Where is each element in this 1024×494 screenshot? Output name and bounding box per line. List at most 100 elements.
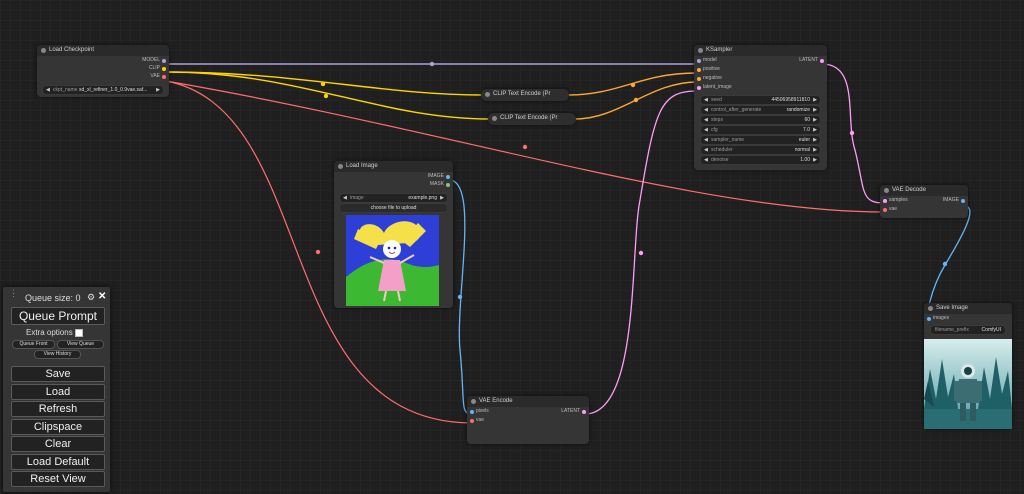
- latent-slot-icon[interactable]: [820, 58, 824, 63]
- extra-options-checkbox[interactable]: [74, 328, 83, 337]
- node-title[interactable]: Save Image: [924, 303, 1012, 314]
- node-title[interactable]: KSampler: [694, 45, 827, 56]
- queue-prompt-button[interactable]: Queue Prompt: [11, 307, 105, 325]
- image-combo[interactable]: ◀ image example.png ▶: [339, 193, 448, 203]
- arrow-right-icon[interactable]: ▶: [813, 126, 817, 134]
- input-vae[interactable]: vae: [467, 416, 589, 425]
- arrow-right-icon[interactable]: ▶: [813, 156, 817, 164]
- collapse-dot-icon[interactable]: [698, 48, 703, 53]
- input-negative[interactable]: negative: [694, 74, 827, 83]
- arrow-right-icon[interactable]: ▶: [156, 86, 160, 94]
- input-images[interactable]: images: [924, 314, 1012, 323]
- ckpt-name-combo[interactable]: ◀ ckpt_name sd_xl_refiner_1.0_0.9vae.saf…: [42, 85, 164, 95]
- node-vae-encode[interactable]: VAE Encode pixels LATENT vae: [467, 396, 589, 444]
- collapse-dot-icon[interactable]: [492, 116, 497, 121]
- node-vae-decode[interactable]: VAE Decode samples IMAGE vae: [880, 185, 968, 218]
- output-vae[interactable]: VAE: [37, 72, 169, 81]
- reset-view-button[interactable]: Reset View: [11, 471, 105, 487]
- arrow-left-icon[interactable]: ◀: [704, 116, 708, 124]
- view-queue-button[interactable]: View Queue: [57, 340, 104, 349]
- scheduler-widget[interactable]: ◀ scheduler normal ▶: [700, 145, 821, 155]
- node-clip-text-encode-1[interactable]: CLIP Text Encode (Pr: [481, 89, 569, 101]
- input-pixels[interactable]: pixels LATENT: [467, 407, 589, 416]
- arrow-right-icon[interactable]: ▶: [813, 96, 817, 104]
- arrow-right-icon[interactable]: ▶: [813, 116, 817, 124]
- arrow-left-icon[interactable]: ◀: [704, 156, 708, 164]
- image-slot-icon[interactable]: [927, 316, 931, 321]
- vae-slot-icon[interactable]: [883, 207, 887, 212]
- node-title[interactable]: VAE Encode: [467, 396, 589, 407]
- mask-slot-icon[interactable]: [446, 182, 450, 187]
- wire-clip-1: [165, 71, 484, 96]
- arrow-left-icon[interactable]: ◀: [343, 194, 347, 202]
- load-button[interactable]: Load: [11, 384, 105, 400]
- node-load-image[interactable]: Load Image IMAGE MASK ◀ image example.png ▶…: [334, 161, 453, 308]
- collapse-dot-icon[interactable]: [884, 188, 889, 193]
- save-button[interactable]: Save: [11, 366, 105, 382]
- arrow-right-icon[interactable]: ▶: [440, 194, 444, 202]
- image-slot-icon[interactable]: [961, 198, 965, 203]
- seed-widget[interactable]: ◀ seed 44506958911810 ▶: [700, 95, 821, 105]
- cfg-widget[interactable]: ◀ cfg 7.0 ▶: [700, 125, 821, 135]
- denoise-widget[interactable]: ◀ denoise 1.00 ▶: [700, 155, 821, 165]
- collapse-dot-icon[interactable]: [485, 92, 490, 97]
- load-default-button[interactable]: Load Default: [11, 454, 105, 470]
- vae-slot-icon[interactable]: [162, 74, 166, 79]
- steps-widget[interactable]: ◀ steps 60 ▶: [700, 115, 821, 125]
- latent-slot-icon[interactable]: [582, 409, 586, 414]
- model-slot-icon[interactable]: [697, 58, 701, 63]
- queue-size-label: Queue size: 0: [25, 293, 81, 303]
- node-title[interactable]: CLIP Text Encode (Pr: [481, 89, 569, 100]
- node-title[interactable]: Load Checkpoint: [37, 45, 169, 56]
- arrow-left-icon[interactable]: ◀: [704, 146, 708, 154]
- close-icon[interactable]: ✕: [98, 291, 106, 302]
- choose-file-button[interactable]: choose file to upload: [339, 203, 448, 213]
- node-save-image[interactable]: Save Image images filename_prefix ComfyUI: [924, 303, 1012, 429]
- gear-icon[interactable]: ⚙: [87, 292, 95, 303]
- arrow-right-icon[interactable]: ▶: [813, 106, 817, 114]
- node-title[interactable]: VAE Decode: [880, 185, 968, 196]
- input-vae[interactable]: vae: [880, 205, 968, 214]
- collapse-dot-icon[interactable]: [471, 399, 476, 404]
- output-mask[interactable]: MASK: [334, 180, 453, 189]
- refresh-button[interactable]: Refresh: [11, 401, 105, 417]
- sampler-name-widget[interactable]: ◀ sampler_name euler ▶: [700, 135, 821, 145]
- node-title[interactable]: CLIP Text Encode (Pr: [488, 113, 576, 124]
- clear-button[interactable]: Clear: [11, 436, 105, 452]
- latent-slot-icon[interactable]: [883, 198, 887, 203]
- filename-prefix-widget[interactable]: filename_prefix ComfyUI: [930, 325, 1006, 335]
- node-load-checkpoint[interactable]: Load Checkpoint MODEL CLIP VAE ◀ ckpt_na…: [37, 45, 169, 97]
- arrow-left-icon[interactable]: ◀: [704, 126, 708, 134]
- input-samples[interactable]: samples IMAGE: [880, 196, 968, 205]
- clip-slot-icon[interactable]: [162, 66, 166, 71]
- arrow-right-icon[interactable]: ▶: [813, 136, 817, 144]
- extra-options[interactable]: Extra options: [26, 328, 83, 337]
- collapse-dot-icon[interactable]: [41, 48, 46, 53]
- arrow-left-icon[interactable]: ◀: [704, 96, 708, 104]
- queue-panel-header: ⋮ Queue size: 0 ⚙ ✕: [3, 287, 110, 307]
- drag-handle-icon[interactable]: ⋮: [9, 289, 18, 298]
- input-positive[interactable]: positive: [694, 65, 827, 74]
- vae-slot-icon[interactable]: [470, 418, 474, 423]
- node-title[interactable]: Load Image: [334, 161, 453, 172]
- arrow-left-icon[interactable]: ◀: [46, 86, 50, 94]
- arrow-left-icon[interactable]: ◀: [704, 136, 708, 144]
- image-slot-icon[interactable]: [470, 409, 474, 414]
- clipspace-button[interactable]: Clipspace: [11, 419, 105, 435]
- arrow-left-icon[interactable]: ◀: [704, 106, 708, 114]
- collapse-dot-icon[interactable]: [338, 164, 343, 169]
- conditioning-slot-icon[interactable]: [697, 76, 701, 81]
- node-ksampler[interactable]: KSampler model LATENT positive negative l…: [694, 45, 827, 170]
- view-history-button[interactable]: View History: [34, 350, 81, 359]
- control-after-generate-widget[interactable]: ◀ control_after_generate randomize ▶: [700, 105, 821, 115]
- model-slot-icon[interactable]: [162, 58, 166, 63]
- image-slot-icon[interactable]: [446, 174, 450, 179]
- conditioning-slot-icon[interactable]: [697, 67, 701, 72]
- input-model[interactable]: model LATENT: [694, 56, 827, 65]
- queue-front-button[interactable]: Queue Front: [12, 340, 55, 349]
- node-clip-text-encode-2[interactable]: CLIP Text Encode (Pr: [488, 113, 576, 125]
- latent-slot-icon[interactable]: [697, 85, 701, 90]
- collapse-dot-icon[interactable]: [928, 306, 933, 311]
- arrow-right-icon[interactable]: ▶: [813, 146, 817, 154]
- input-latent-image[interactable]: latent_image: [694, 83, 827, 92]
